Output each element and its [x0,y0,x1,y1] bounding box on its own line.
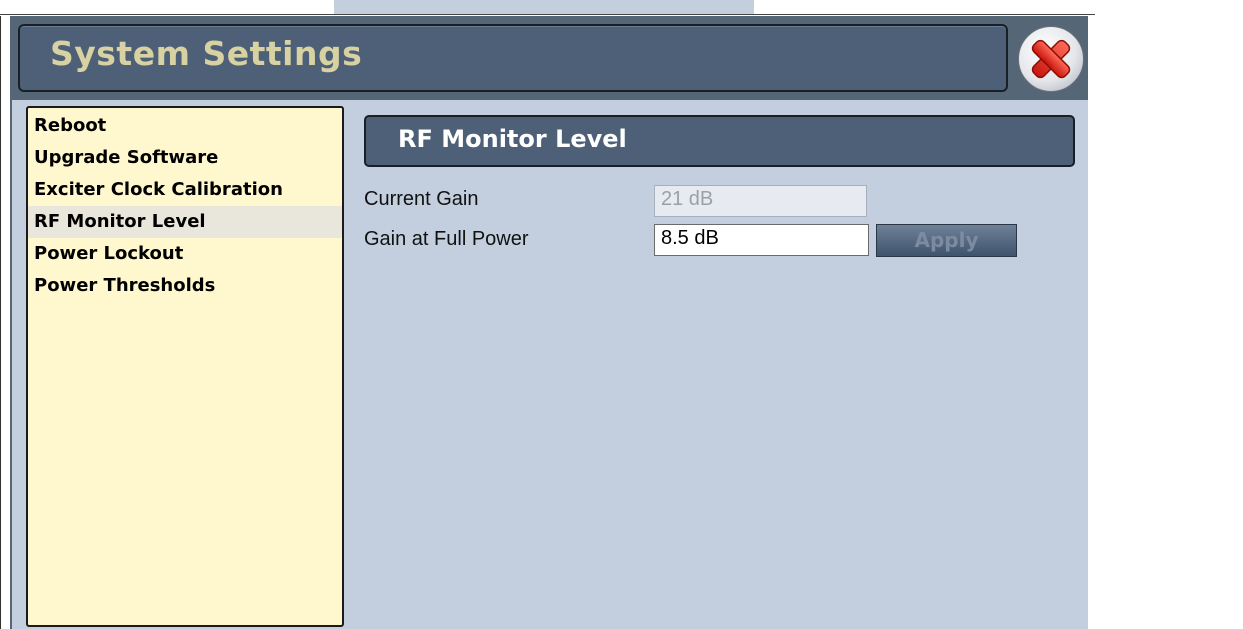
menu-item-power-lockout[interactable]: Power Lockout [28,238,342,270]
panel-header: RF Monitor Level [364,115,1075,167]
system-settings-window: System Settings Reboot Upgrade Software [10,16,1088,629]
menu-item-reboot[interactable]: Reboot [28,110,342,142]
apply-button[interactable]: Apply [876,224,1017,257]
menu-item-exciter-clock-calibration[interactable]: Exciter Clock Calibration [28,174,342,206]
cropped-top-strip [0,0,1243,16]
page-frame-line [0,16,1,629]
panel-title: RF Monitor Level [398,125,627,153]
current-gain-field: 21 dB [654,185,867,217]
menu-item-rf-monitor-level[interactable]: RF Monitor Level [28,206,342,238]
settings-menu: Reboot Upgrade Software Exciter Clock Ca… [26,106,344,627]
top-divider [0,14,1095,15]
gain-full-power-input[interactable]: 8.5 dB [654,224,869,256]
menu-item-power-thresholds[interactable]: Power Thresholds [28,270,342,302]
cropped-toolbar [334,0,754,15]
window-title: System Settings [50,34,363,73]
title-box: System Settings [18,24,1008,92]
menu-item-upgrade-software[interactable]: Upgrade Software [28,142,342,174]
title-bar: System Settings [12,16,1088,100]
close-x-icon [1031,39,1071,79]
close-button[interactable] [1018,26,1084,92]
gain-full-power-label: Gain at Full Power [364,228,529,250]
current-gain-label: Current Gain [364,188,479,210]
